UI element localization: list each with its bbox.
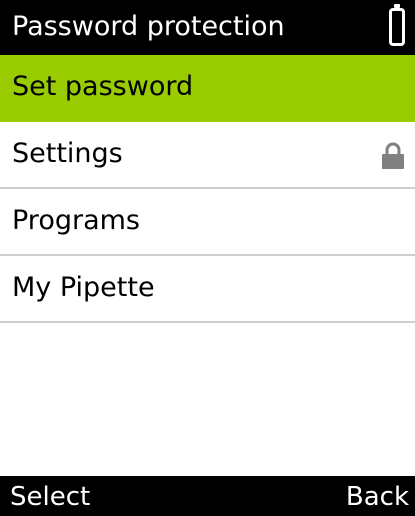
select-softkey[interactable]: Select — [10, 480, 90, 514]
menu-item-set-password[interactable]: Set password — [0, 55, 415, 122]
menu-item-programs[interactable]: Programs — [0, 189, 415, 256]
menu-item-label: My Pipette — [12, 272, 155, 303]
page-title: Password protection — [12, 11, 285, 42]
battery-icon — [389, 4, 405, 46]
menu-list: Set password Settings Programs My Pipett… — [0, 55, 415, 323]
menu-item-settings[interactable]: Settings — [0, 122, 415, 189]
device-screen: Password protection Set password Setting… — [0, 0, 415, 516]
back-softkey[interactable]: Back — [346, 480, 409, 514]
menu-item-label: Set password — [12, 71, 194, 102]
lock-icon — [382, 142, 404, 169]
menu-item-label: Settings — [12, 138, 123, 169]
soft-key-bar: Select Back — [0, 476, 415, 516]
title-bar: Password protection — [0, 0, 415, 55]
menu-item-my-pipette[interactable]: My Pipette — [0, 256, 415, 323]
menu-item-label: Programs — [12, 205, 140, 236]
